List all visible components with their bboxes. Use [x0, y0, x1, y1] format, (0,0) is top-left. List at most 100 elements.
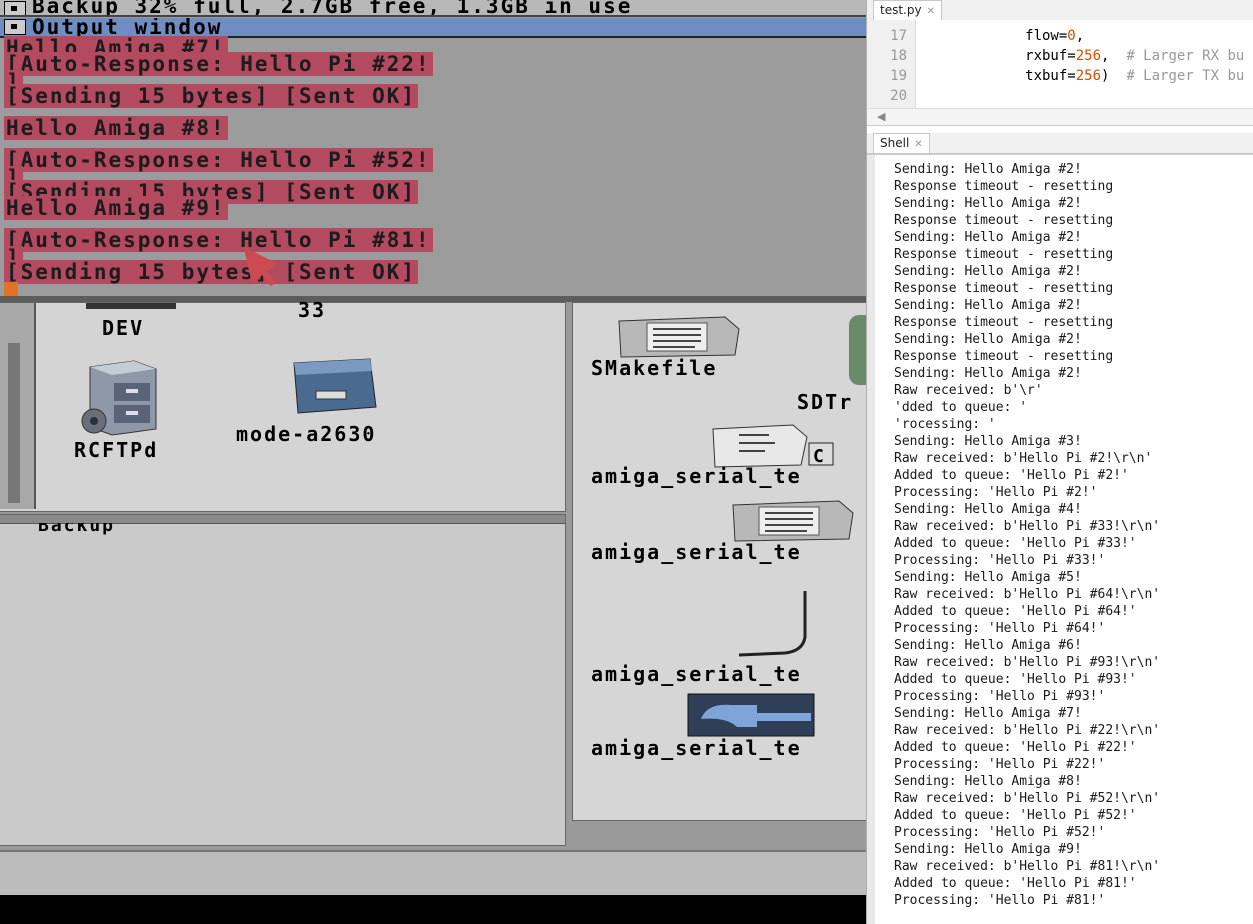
count-label: 33: [298, 298, 327, 322]
sdtr-label[interactable]: SDTr: [797, 391, 853, 413]
code-token: 256: [1075, 68, 1102, 84]
code-line[interactable]: 17 flow=0,: [867, 26, 1253, 46]
shell-line: Raw received: b'Hello Pi #2!\r\n': [894, 451, 1153, 466]
code-editor[interactable]: 17 flow=0, 18 rxbuf=256, # Larger RX bu 19…: [867, 20, 1253, 108]
screen-border: [0, 895, 866, 924]
shell-line: Sending: Hello Amiga #8!: [894, 774, 1082, 789]
shell-line: Processing: 'Hello Pi #52!': [894, 825, 1106, 840]
hammer-tool-icon[interactable]: [687, 693, 815, 737]
output-line: Hello Amiga #8!: [4, 116, 228, 140]
drawer-window-system[interactable]: DEV 33 RCFTPd mode-a2630: [0, 298, 566, 512]
text-cursor: [4, 282, 18, 296]
backup-close-gadget-icon[interactable]: [4, 1, 26, 15]
shell-line: Response timeout - resetting: [894, 179, 1114, 194]
scroll-left-icon[interactable]: ◀: [877, 110, 885, 123]
tab-close-icon[interactable]: ✕: [927, 6, 935, 17]
code-token: 0: [1067, 28, 1076, 44]
shell-line: Sending: Hello Amiga #3!: [894, 434, 1082, 449]
shell-line: Sending: Hello Amiga #6!: [894, 638, 1082, 653]
shell-line: Sending: Hello Amiga #2!: [894, 366, 1082, 381]
shell-line: Response timeout - resetting: [894, 281, 1114, 296]
code-line[interactable]: 20: [867, 86, 1253, 106]
shell-line: Sending: Hello Amiga #2!: [894, 162, 1082, 177]
shell-line: Added to queue: 'Hello Pi #2!': [894, 468, 1129, 483]
shell-line: Added to queue: 'Hello Pi #93!': [894, 672, 1137, 687]
code-text: flow=0,: [924, 26, 1084, 46]
output-window-title: Output window: [32, 18, 223, 38]
shell-line: Processing: 'Hello Pi #64!': [894, 621, 1106, 636]
shell-line: Sending: Hello Amiga #2!: [894, 298, 1082, 313]
tab-shell[interactable]: Shell ✕: [873, 133, 930, 153]
shell-line: Raw received: b'Hello Pi #22!\r\n': [894, 723, 1161, 738]
tab-test-py[interactable]: test.py ✕: [873, 0, 942, 20]
tab-close-icon[interactable]: ✕: [914, 139, 922, 150]
filing-cabinet-icon[interactable]: [76, 359, 168, 437]
smakefile-label[interactable]: SMakefile: [591, 357, 717, 379]
shell-line: Sending: Hello Amiga #2!: [894, 196, 1082, 211]
output-line: [Auto-Response: Hello Pi #81!: [4, 228, 433, 252]
amiga-serial-file-label-3[interactable]: amiga_serial_te: [591, 663, 802, 685]
backup-window-title: Backup 32% full, 2.7GB free, 1.3GB in us…: [32, 0, 633, 17]
shell-line: Sending: Hello Amiga #7!: [894, 706, 1082, 721]
mode-a2630-label[interactable]: mode-a2630: [236, 423, 376, 445]
shell-line: Raw received: b'Hello Pi #81!\r\n': [894, 859, 1161, 874]
backup-window-titlebar[interactable]: Backup 32% full, 2.7GB free, 1.3GB in us…: [0, 0, 866, 17]
amiga-serial-file-label-2[interactable]: amiga_serial_te: [591, 541, 802, 563]
code-token: txbuf=: [924, 68, 1076, 84]
shell-line: Response timeout - resetting: [894, 315, 1114, 330]
output-window[interactable]: Hello Amiga #7! [Auto-Response: Hello Pi…: [0, 36, 866, 298]
drawer-scrollbar[interactable]: [0, 303, 36, 509]
line-number: 17: [890, 28, 907, 44]
dev-label[interactable]: DEV: [102, 317, 144, 339]
code-text: rxbuf=256, # Larger RX bu: [924, 46, 1244, 66]
shell-output[interactable]: Sending: Hello Amiga #2! Response timeout…: [867, 154, 1253, 924]
amiga-serial-file-label-1[interactable]: amiga_serial_te: [591, 465, 802, 487]
shell-line: Processing: 'Hello Pi #22!': [894, 757, 1106, 772]
document-icon-2[interactable]: [729, 499, 859, 543]
code-token: flow=: [924, 28, 1068, 44]
shell-line: Raw received: b'Hello Pi #52!\r\n': [894, 791, 1161, 806]
rcftpd-label[interactable]: RCFTPd: [74, 439, 158, 461]
shell-line: 'dded to queue: ': [894, 400, 1028, 415]
code-token: # Larger RX bu: [1126, 48, 1245, 64]
shell-line: Sending: Hello Amiga #5!: [894, 570, 1082, 585]
shell-line: Sending: Hello Amiga #4!: [894, 502, 1082, 517]
code-line[interactable]: 19 txbuf=256) # Larger TX bu: [867, 66, 1253, 86]
shell-line: Added to queue: 'Hello Pi #52!': [894, 808, 1137, 823]
shell-line: Sending: Hello Amiga #2!: [894, 230, 1082, 245]
svg-text:C: C: [813, 446, 824, 467]
output-window-titlebar[interactable]: Output window: [0, 18, 866, 38]
shell-line: Response timeout - resetting: [894, 349, 1114, 364]
curve-icon[interactable]: [733, 587, 813, 657]
shell-margin: [867, 155, 875, 924]
drawer-icon[interactable]: [288, 357, 380, 417]
code-line[interactable]: 18 rxbuf=256, # Larger RX bu: [867, 46, 1253, 66]
output-line: [Sending 15 bytes] [Sent OK]: [4, 260, 419, 284]
output-line: Hello Amiga #9!: [4, 196, 228, 220]
output-line: [Auto-Response: Hello Pi #22!: [4, 52, 433, 76]
sdtr-icon[interactable]: [849, 315, 866, 385]
shell-line: Sending: Hello Amiga #9!: [894, 842, 1082, 857]
drawer-window-backup[interactable]: Backup: [0, 514, 566, 846]
output-line: [Auto-Response: Hello Pi #52!: [4, 148, 433, 172]
shell-line: Processing: 'Hello Pi #93!': [894, 689, 1106, 704]
shell-line: Raw received: b'Hello Pi #93!\r\n': [894, 655, 1161, 670]
shell-line: Processing: 'Hello Pi #81!': [894, 893, 1106, 908]
amiga-workbench-capture: Backup 32% full, 2.7GB free, 1.3GB in us…: [0, 0, 866, 924]
shell-line: Raw received: b'\r': [894, 383, 1043, 398]
amiga-serial-file-label-4[interactable]: amiga_serial_te: [591, 737, 802, 759]
shell-line: Processing: 'Hello Pi #2!': [894, 485, 1098, 500]
drawer-titlebar[interactable]: [0, 515, 565, 524]
shell-tab-bar: Shell ✕: [867, 133, 1253, 154]
output-close-gadget-icon[interactable]: [4, 19, 26, 35]
document-icon[interactable]: [615, 315, 741, 359]
c-source-icon[interactable]: C: [709, 423, 839, 469]
editor-horizontal-scrollbar[interactable]: ◀: [867, 108, 1253, 126]
code-text: txbuf=256) # Larger TX bu: [924, 66, 1244, 86]
dev-icon[interactable]: [86, 303, 176, 309]
drawer-window-project[interactable]: SMakefile SDTr C amiga_serial_te amiga_s…: [572, 302, 866, 821]
output-line: [Sending 15 bytes] [Sent OK]: [4, 84, 419, 108]
code-token: rxbuf=: [924, 48, 1076, 64]
code-token: ,: [1075, 28, 1085, 44]
shell-line: Raw received: b'Hello Pi #33!\r\n': [894, 519, 1161, 534]
